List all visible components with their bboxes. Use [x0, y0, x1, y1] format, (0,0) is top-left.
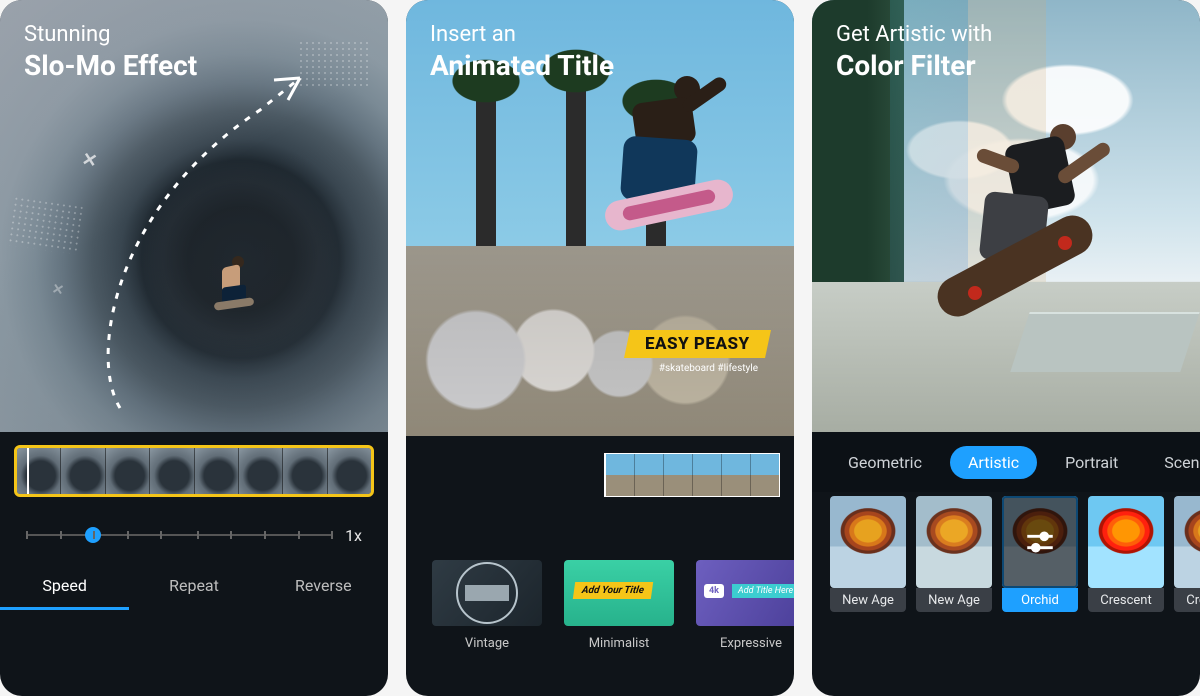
title-template-expressive[interactable]: 4kAdd Title Here Expressive: [696, 560, 794, 651]
title-template-label: Minimalist: [589, 636, 650, 651]
headline-small: Get Artistic with: [836, 22, 1176, 47]
headline: Get Artistic with Color Filter: [836, 22, 1176, 82]
x-mark-icon: ✕: [80, 149, 99, 173]
timeline-thumb: [61, 448, 105, 494]
speed-slider[interactable]: [26, 534, 331, 536]
slider-tick: [93, 531, 95, 539]
timeline-thumb: [635, 454, 664, 496]
sliders-icon: [1002, 496, 1078, 588]
title-banner: EASY PEASY: [624, 330, 771, 358]
timeline-thumb: [693, 454, 722, 496]
tab-speed[interactable]: Speed: [0, 560, 129, 610]
slider-tick: [331, 531, 333, 539]
filter-new-age[interactable]: New Age: [916, 496, 992, 612]
timeline-thumb: [17, 448, 61, 494]
timeline-thumb: [150, 448, 194, 494]
headline: Insert an Animated Title: [430, 22, 770, 82]
slider-tick: [127, 531, 129, 539]
timeline-thumb: [106, 448, 150, 494]
slider-tick: [230, 531, 232, 539]
timeline-clip[interactable]: [14, 445, 374, 497]
slider-tick: [160, 531, 162, 539]
title-template-vintage[interactable]: Vintage: [432, 560, 542, 651]
headline-big: Animated Title: [430, 49, 770, 82]
filter-thumb: [1088, 496, 1164, 588]
filter-label: Orchid: [1002, 588, 1078, 612]
headline-big: Color Filter: [836, 49, 1176, 82]
timeline-clip[interactable]: [604, 453, 780, 497]
category-artistic[interactable]: Artistic: [950, 446, 1037, 479]
title-template-label: Expressive: [720, 636, 782, 651]
x-mark-icon: ✕: [50, 281, 65, 299]
speed-mode-tabs: SpeedRepeatReverse: [0, 560, 388, 610]
hero-preview: Get Artistic with Color Filter: [812, 0, 1200, 432]
filter-crescent[interactable]: Crescent: [1088, 496, 1164, 612]
filter-label: Crescent: [1088, 588, 1164, 612]
filter-thumb: [1174, 496, 1200, 588]
category-scenery[interactable]: Scenery: [1146, 446, 1200, 479]
skater-figure: [604, 90, 754, 260]
hashtag-text: #skateboard #lifestyle: [659, 363, 758, 374]
timeline-thumb: [606, 454, 635, 496]
category-geometric[interactable]: Geometric: [830, 446, 940, 479]
slider-tick: [197, 531, 199, 539]
tab-reverse[interactable]: Reverse: [259, 560, 388, 610]
title-template-row: Vintage Add Your Title Minimalist 4kAdd Tit…: [406, 514, 794, 696]
hero-preview: ✕ ✕ Stunning Slo-Mo Effect: [0, 0, 388, 432]
panel-color-filter: Get Artistic with Color Filter Geometric…: [812, 0, 1200, 696]
timeline[interactable]: [406, 436, 794, 514]
filter-category-tabs: GeometricArtisticPortraitSceneryFood: [812, 432, 1200, 492]
filter-new-age[interactable]: New Age: [830, 496, 906, 612]
headline: Stunning Slo-Mo Effect: [24, 22, 364, 82]
timeline-thumb: [239, 448, 283, 494]
category-portrait[interactable]: Portrait: [1047, 446, 1136, 479]
title-template-label: Vintage: [465, 636, 509, 651]
title-template-minimalist[interactable]: Add Your Title Minimalist: [564, 560, 674, 651]
headline-small: Stunning: [24, 22, 364, 47]
decor-dots: [7, 195, 83, 254]
slider-tick: [26, 531, 28, 539]
headline-big: Slo-Mo Effect: [24, 49, 364, 82]
filter-thumb: [916, 496, 992, 588]
filter-thumb: [1002, 496, 1078, 588]
slider-tick: [60, 531, 62, 539]
timeline-thumb: [664, 454, 693, 496]
title-preview: Add Your Title: [564, 560, 674, 626]
skater-figure: [212, 260, 258, 316]
timeline-thumb: [328, 448, 371, 494]
slider-tick: [264, 531, 266, 539]
filter-orchid[interactable]: Orchid: [1002, 496, 1078, 612]
timeline-thumb: [722, 454, 751, 496]
filter-preset-row: New Age New Age Orchid Crescent Crescent: [812, 492, 1200, 696]
slider-tick: [298, 531, 300, 539]
timeline[interactable]: [0, 432, 388, 510]
panel-slo-mo: ✕ ✕ Stunning Slo-Mo Effect 1x SpeedRepea…: [0, 0, 388, 696]
timeline-thumb: [195, 448, 239, 494]
skater-figure: [930, 120, 1130, 330]
timeline-thumb: [283, 448, 327, 494]
filter-crescent[interactable]: Crescent: [1174, 496, 1200, 612]
filter-thumb: [830, 496, 906, 588]
title-preview: 4kAdd Title Here: [696, 560, 794, 626]
speed-value: 1x: [345, 526, 362, 545]
title-preview: [432, 560, 542, 626]
headline-small: Insert an: [430, 22, 770, 47]
timeline-thumb: [751, 454, 779, 496]
filter-label: New Age: [830, 588, 906, 612]
filter-label: Crescent: [1174, 588, 1200, 612]
panel-animated-title: EASY PEASY #skateboard #lifestyle Insert…: [406, 0, 794, 696]
hero-preview: EASY PEASY #skateboard #lifestyle Insert…: [406, 0, 794, 436]
speed-slider-row: 1x: [0, 510, 388, 560]
filter-label: New Age: [916, 588, 992, 612]
tab-repeat[interactable]: Repeat: [129, 560, 258, 610]
